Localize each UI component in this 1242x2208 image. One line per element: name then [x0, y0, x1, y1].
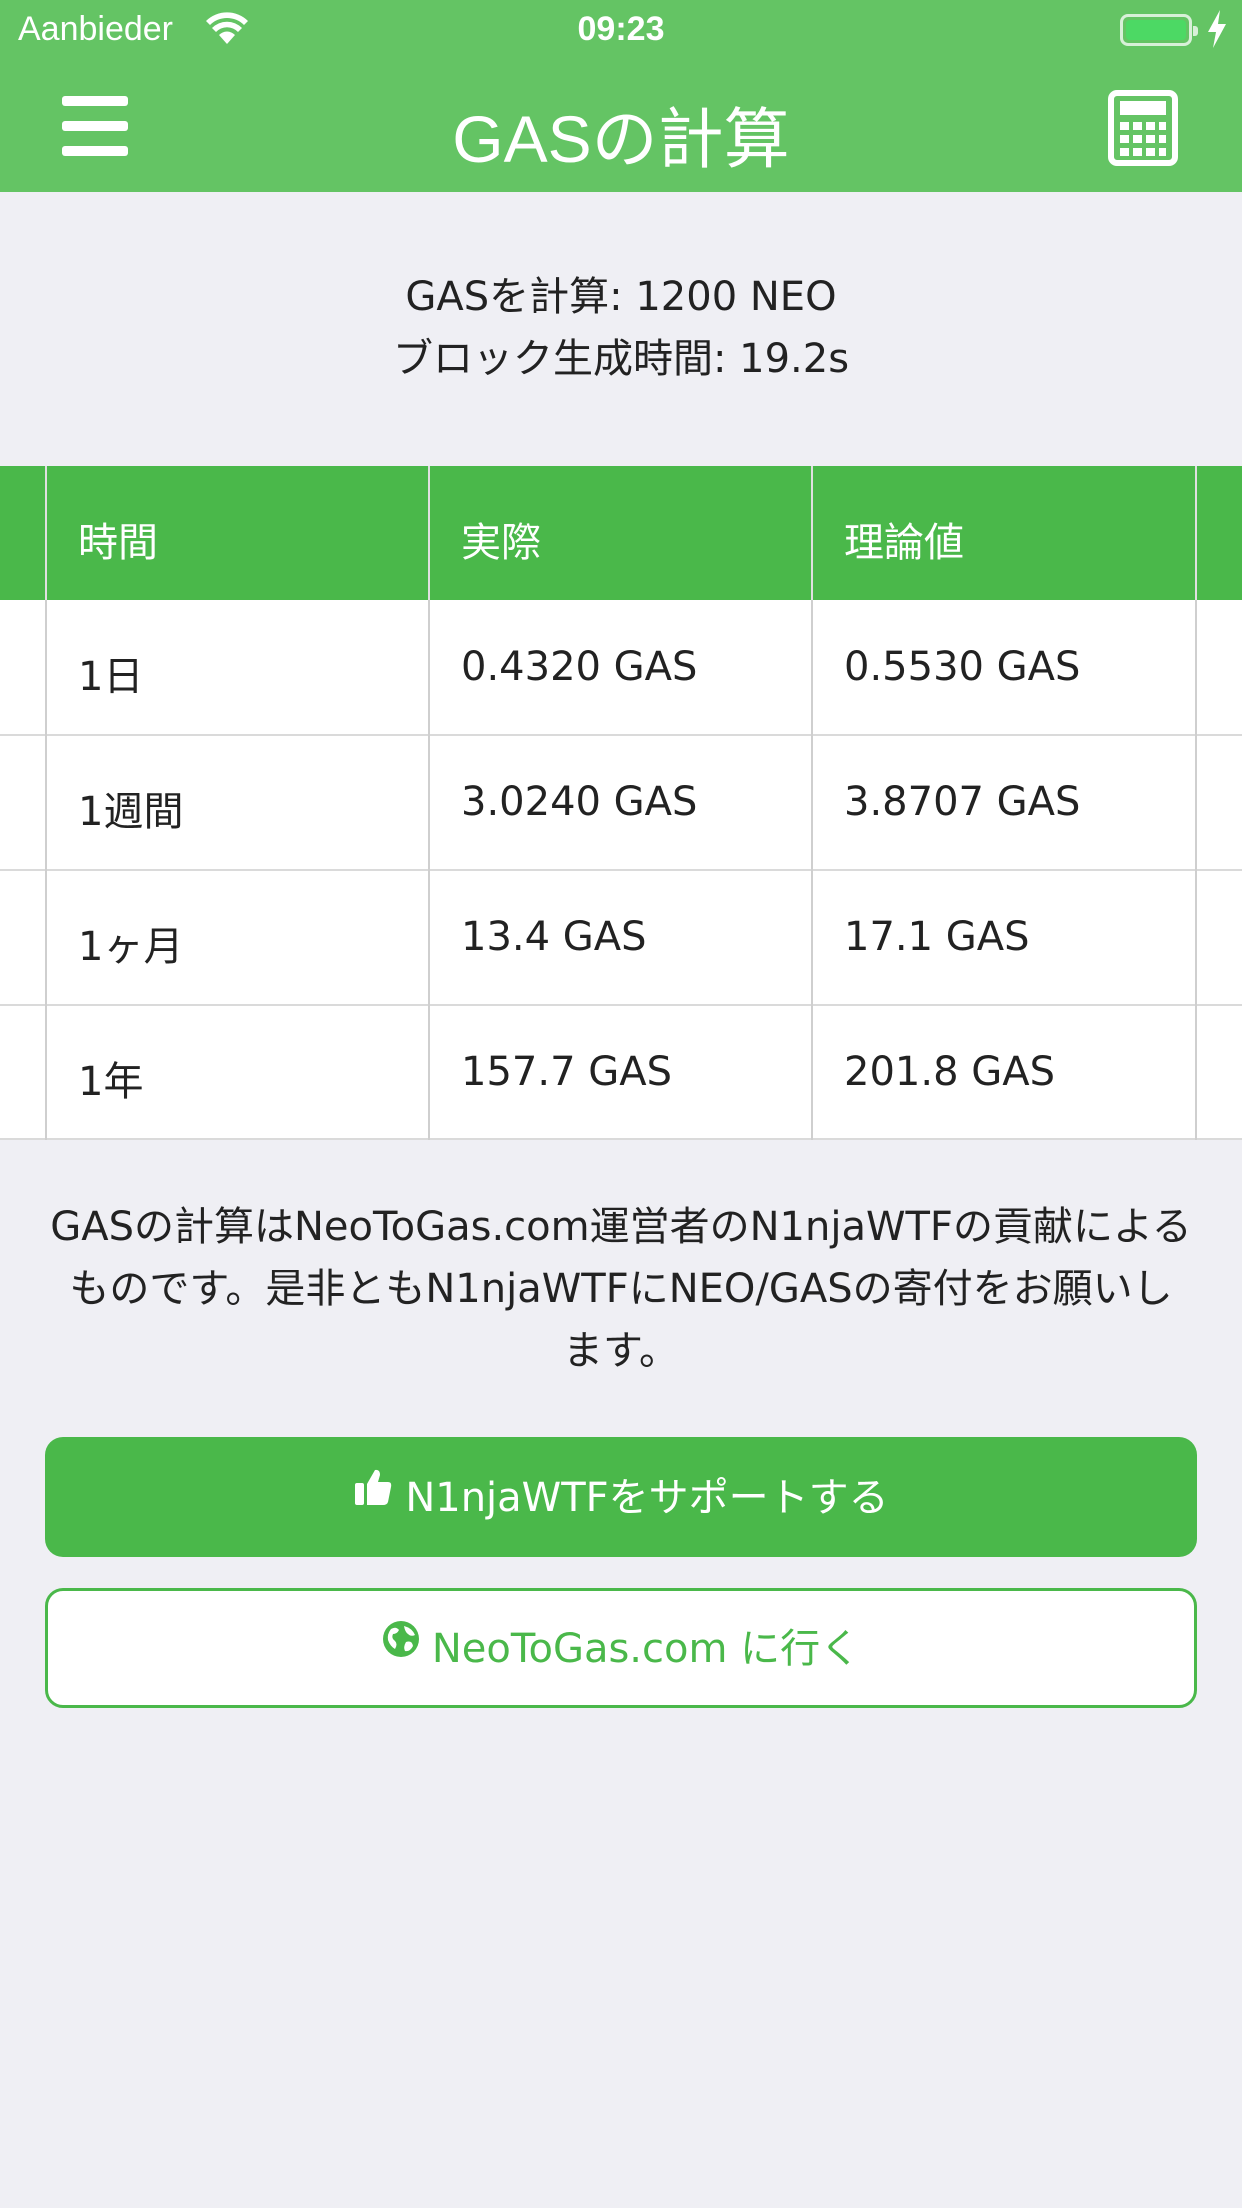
cell-actual: 0.4320 GAS: [461, 644, 698, 690]
page-title: GASの計算: [452, 102, 790, 176]
credit-note-line: GASの計算はNeoToGas.com運営者のN1njaWTFの貢献による: [50, 1204, 1192, 1250]
thumbs-up-icon: [353, 1435, 393, 1553]
cell-period: 1日: [78, 654, 144, 700]
visit-site-button-label: NeoToGas.com に行く: [431, 1626, 861, 1672]
gas-table: 時間 実際 理論値 1日 0.4320 GAS 0.5530 GAS 1週間 3…: [0, 466, 1242, 1140]
header-time: 時間: [78, 520, 158, 566]
charging-bolt-icon: [1206, 10, 1228, 57]
cell-theoretical: 17.1 GAS: [844, 914, 1030, 960]
credit-note: GASの計算はNeoToGas.com運営者のN1njaWTFの貢献による もの…: [40, 1196, 1202, 1382]
support-button-label: N1njaWTFをサポートする: [405, 1475, 889, 1521]
cell-actual: 157.7 GAS: [461, 1049, 672, 1095]
block-time-text: ブロック生成時間: 19.2s: [392, 336, 850, 382]
support-button[interactable]: N1njaWTFをサポートする: [45, 1437, 1197, 1557]
header-actual: 実際: [461, 520, 541, 566]
header-theoretical: 理論値: [844, 520, 964, 566]
table-body: 1日 0.4320 GAS 0.5530 GAS 1週間 3.0240 GAS …: [0, 600, 1242, 1140]
table-header: 時間 実際 理論値: [0, 466, 1242, 600]
cell-period: 1週間: [78, 789, 184, 835]
cell-period: 1ヶ月: [78, 924, 184, 970]
status-bar: Aanbieder 09:23: [0, 0, 1242, 62]
cell-theoretical: 201.8 GAS: [844, 1049, 1055, 1095]
cell-theoretical: 0.5530 GAS: [844, 644, 1081, 690]
credit-note-line: ものです。是非ともN1njaWTFにNEO/GASの寄付をお願いし: [69, 1266, 1173, 1312]
calculator-icon[interactable]: [1108, 90, 1178, 166]
nav-bar: GASの計算: [0, 62, 1242, 192]
cell-period: 1年: [78, 1059, 144, 1105]
status-time: 09:23: [577, 10, 665, 48]
cell-theoretical: 3.8707 GAS: [844, 779, 1081, 825]
calculation-summary: GASを計算: 1200 NEO ブロック生成時間: 19.2s: [0, 266, 1242, 390]
top-bar: Aanbieder 09:23 GASの計算: [0, 0, 1242, 192]
cell-actual: 3.0240 GAS: [461, 779, 698, 825]
neo-amount-text: GASを計算: 1200 NEO: [405, 274, 837, 320]
credit-note-line: ます。: [563, 1328, 679, 1374]
cell-actual: 13.4 GAS: [461, 914, 647, 960]
visit-site-button[interactable]: NeoToGas.com に行く: [45, 1588, 1197, 1708]
globe-icon: [382, 1589, 420, 1701]
battery-charging-icon: [1120, 14, 1198, 46]
